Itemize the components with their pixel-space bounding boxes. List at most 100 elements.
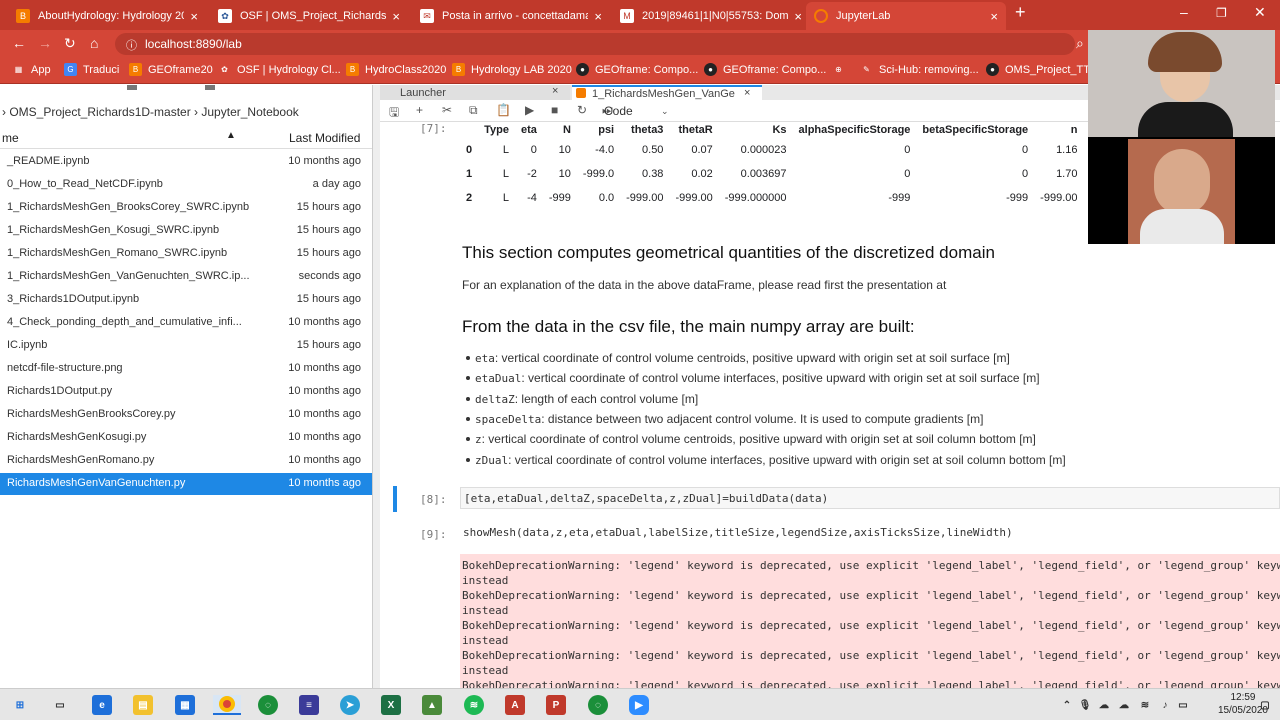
- close-icon[interactable]: ×: [552, 85, 558, 97]
- windows-start-icon[interactable]: ⊞: [10, 695, 30, 715]
- tab-label: 1_RichardsMeshGen_VanGe: [592, 87, 735, 100]
- bookmark-traduci[interactable]: G Traduci: [64, 63, 119, 76]
- add-cell-icon[interactable]: +: [416, 103, 423, 117]
- app-icon[interactable]: ◌: [258, 695, 278, 715]
- browser-tab-gmail[interactable]: M 2019|89461|1|N0|55753: Domani ×: [612, 2, 810, 30]
- file-row[interactable]: RichardsMeshGenVanGenuchten.py 10 months …: [0, 473, 372, 495]
- browser-tab-jupyterlab[interactable]: JupyterLab ×: [806, 2, 1006, 30]
- stop-icon[interactable]: ■: [551, 103, 558, 117]
- save-icon[interactable]: 🖫: [389, 103, 399, 124]
- refresh-icon[interactable]: [205, 85, 215, 90]
- file-row[interactable]: 1_RichardsMeshGen_VanGenuchten_SWRC.ip..…: [0, 266, 372, 288]
- bookmark-osf-hydrology[interactable]: ✿ OSF | Hydrology Cl...: [218, 63, 341, 76]
- chevron-down-icon[interactable]: ⌄: [661, 106, 669, 117]
- close-icon[interactable]: ×: [990, 9, 998, 24]
- file-explorer-icon[interactable]: ▤: [133, 695, 153, 715]
- browser-tab-osf[interactable]: ✿ OSF | OMS_Project_Richards1D-r ×: [210, 2, 408, 30]
- reload-icon[interactable]: ↻: [64, 35, 76, 52]
- speaker-icon[interactable]: ♪: [1158, 695, 1172, 715]
- file-row[interactable]: 1_RichardsMeshGen_BrooksCorey_SWRC.ipynb…: [0, 197, 372, 219]
- video-participant-1: [1088, 30, 1275, 137]
- column-modified-header[interactable]: Last Modified: [289, 131, 360, 145]
- file-row[interactable]: 1_RichardsMeshGen_Romano_SWRC.ipynb 15 ho…: [0, 243, 372, 265]
- sort-up-icon[interactable]: ▲: [226, 130, 236, 141]
- forward-icon[interactable]: →: [38, 35, 52, 51]
- copy-icon[interactable]: ⧉: [469, 103, 478, 118]
- file-row[interactable]: RichardsMeshGenKosugi.py 10 months ago: [0, 427, 372, 449]
- bookmark-scihub[interactable]: ✎ Sci-Hub: removing...: [860, 63, 979, 76]
- window-close-button[interactable]: ✕: [1254, 4, 1266, 21]
- cut-icon[interactable]: ✂: [442, 103, 452, 117]
- close-icon[interactable]: ×: [594, 9, 602, 24]
- bookmark-geoframe-compo-2[interactable]: ● GEOframe: Compo...: [704, 63, 826, 76]
- bookmark-apps[interactable]: ▦ App: [12, 63, 51, 76]
- battery-icon[interactable]: ▭: [1176, 695, 1190, 715]
- calculator-icon[interactable]: ▦: [175, 695, 195, 715]
- file-row[interactable]: netcdf-file-structure.png 10 months ago: [0, 358, 372, 380]
- telegram-icon[interactable]: ➤: [340, 695, 360, 715]
- url-input[interactable]: ⓘ localhost:8890/lab: [115, 33, 1075, 55]
- github-icon: ●: [704, 63, 717, 76]
- file-row[interactable]: Richards1DOutput.py 10 months ago: [0, 381, 372, 403]
- excel-icon[interactable]: X: [381, 695, 401, 715]
- file-row[interactable]: 0_How_to_Read_NetCDF.ipynb a day ago: [0, 174, 372, 196]
- tray-chevron-icon[interactable]: ⌃: [1060, 695, 1074, 715]
- table-row: 0L010-4.00.500.070.000023001.165.88: [460, 138, 1133, 162]
- back-icon[interactable]: ←: [12, 35, 26, 51]
- tab-notebook[interactable]: 1_RichardsMeshGen_VanGe ×: [572, 85, 762, 100]
- bookmark-hydroclass[interactable]: B HydroClass2020: [346, 63, 446, 76]
- app-icon[interactable]: ≡: [299, 695, 319, 715]
- edge-icon[interactable]: e: [92, 695, 112, 715]
- spotify-icon[interactable]: ≋: [464, 695, 484, 715]
- column-name-header[interactable]: me: [2, 131, 19, 145]
- close-icon[interactable]: ×: [744, 87, 750, 99]
- file-row[interactable]: 1_RichardsMeshGen_Kosugi_SWRC.ipynb 15 ho…: [0, 220, 372, 242]
- close-icon[interactable]: ×: [392, 9, 400, 24]
- paste-icon[interactable]: 📋: [496, 103, 511, 117]
- home-icon[interactable]: ⌂: [90, 35, 98, 51]
- bookmark-geoframe20[interactable]: B GEOframe20: [129, 63, 213, 76]
- file-name: RichardsMeshGenKosugi.py: [7, 431, 147, 443]
- bookmark-hydrology-lab[interactable]: B Hydrology LAB 2020: [452, 63, 572, 76]
- file-row[interactable]: 3_Richards1DOutput.ipynb 15 hours ago: [0, 289, 372, 311]
- new-tab-button[interactable]: +: [1015, 2, 1026, 23]
- upload-icon[interactable]: [127, 85, 137, 90]
- file-row[interactable]: IC.ipynb 15 hours ago: [0, 335, 372, 357]
- file-row[interactable]: 4_Check_ponding_depth_and_cumulative_inf…: [0, 312, 372, 334]
- browser-tab-mail[interactable]: ✉ Posta in arrivo - concettadamato ×: [412, 2, 610, 30]
- cell-type-select[interactable]: Code: [604, 104, 633, 118]
- notification-icon[interactable]: ▢: [1258, 695, 1272, 715]
- file-row[interactable]: _README.ipynb 10 months ago: [0, 151, 372, 173]
- search-icon[interactable]: ⌕: [1076, 35, 1084, 52]
- app-icon[interactable]: ◌: [588, 695, 608, 715]
- chrome-icon[interactable]: [213, 695, 241, 715]
- code-cell-builddata[interactable]: [eta,etaDual,deltaZ,spaceDelta,z,zDual]=…: [460, 487, 1280, 509]
- bookmark-geoframe-compo-1[interactable]: ● GEOframe: Compo...: [576, 63, 698, 76]
- close-icon[interactable]: ×: [190, 9, 198, 24]
- browser-tab-abouthydrology[interactable]: B AboutHydrology: Hydrology 202 ×: [8, 2, 206, 30]
- task-view-icon[interactable]: ▭: [50, 695, 70, 715]
- minimize-button[interactable]: –: [1180, 4, 1188, 20]
- restart-icon[interactable]: ↻: [577, 103, 587, 117]
- bookmark-oms-project[interactable]: ● OMS_Project_TT/B: [986, 63, 1100, 76]
- run-icon[interactable]: ▶: [525, 103, 534, 117]
- microphone-icon[interactable]: 🎙: [1078, 695, 1092, 715]
- breadcrumb[interactable]: › OMS_Project_Richards1D-master › Jupyte…: [0, 105, 372, 123]
- zoom-icon[interactable]: ▶: [629, 695, 649, 715]
- tab-launcher[interactable]: Launcher ×: [380, 85, 570, 100]
- cloud-icon[interactable]: ☁: [1097, 695, 1111, 715]
- bookmark-extension[interactable]: ⊕: [832, 63, 851, 76]
- app-icon[interactable]: ▲: [422, 695, 442, 715]
- code-cell-showmesh[interactable]: showMesh(data,z,eta,etaDual,labelSize,ti…: [460, 522, 1280, 544]
- maximize-button[interactable]: ❐: [1216, 6, 1227, 20]
- acrobat-icon[interactable]: A: [505, 695, 525, 715]
- close-icon[interactable]: ×: [794, 9, 802, 24]
- file-row[interactable]: RichardsMeshGenBrooksCorey.py 10 months a…: [0, 404, 372, 426]
- panel-splitter[interactable]: [372, 85, 380, 688]
- github-icon: ●: [986, 63, 999, 76]
- wifi-icon[interactable]: ≋: [1138, 695, 1152, 715]
- file-row[interactable]: RichardsMeshGenRomano.py 10 months ago: [0, 450, 372, 472]
- powerpoint-icon[interactable]: P: [546, 695, 566, 715]
- file-list-header: me ▲ Last Modified: [0, 127, 372, 149]
- cloud-icon[interactable]: ☁: [1117, 695, 1131, 715]
